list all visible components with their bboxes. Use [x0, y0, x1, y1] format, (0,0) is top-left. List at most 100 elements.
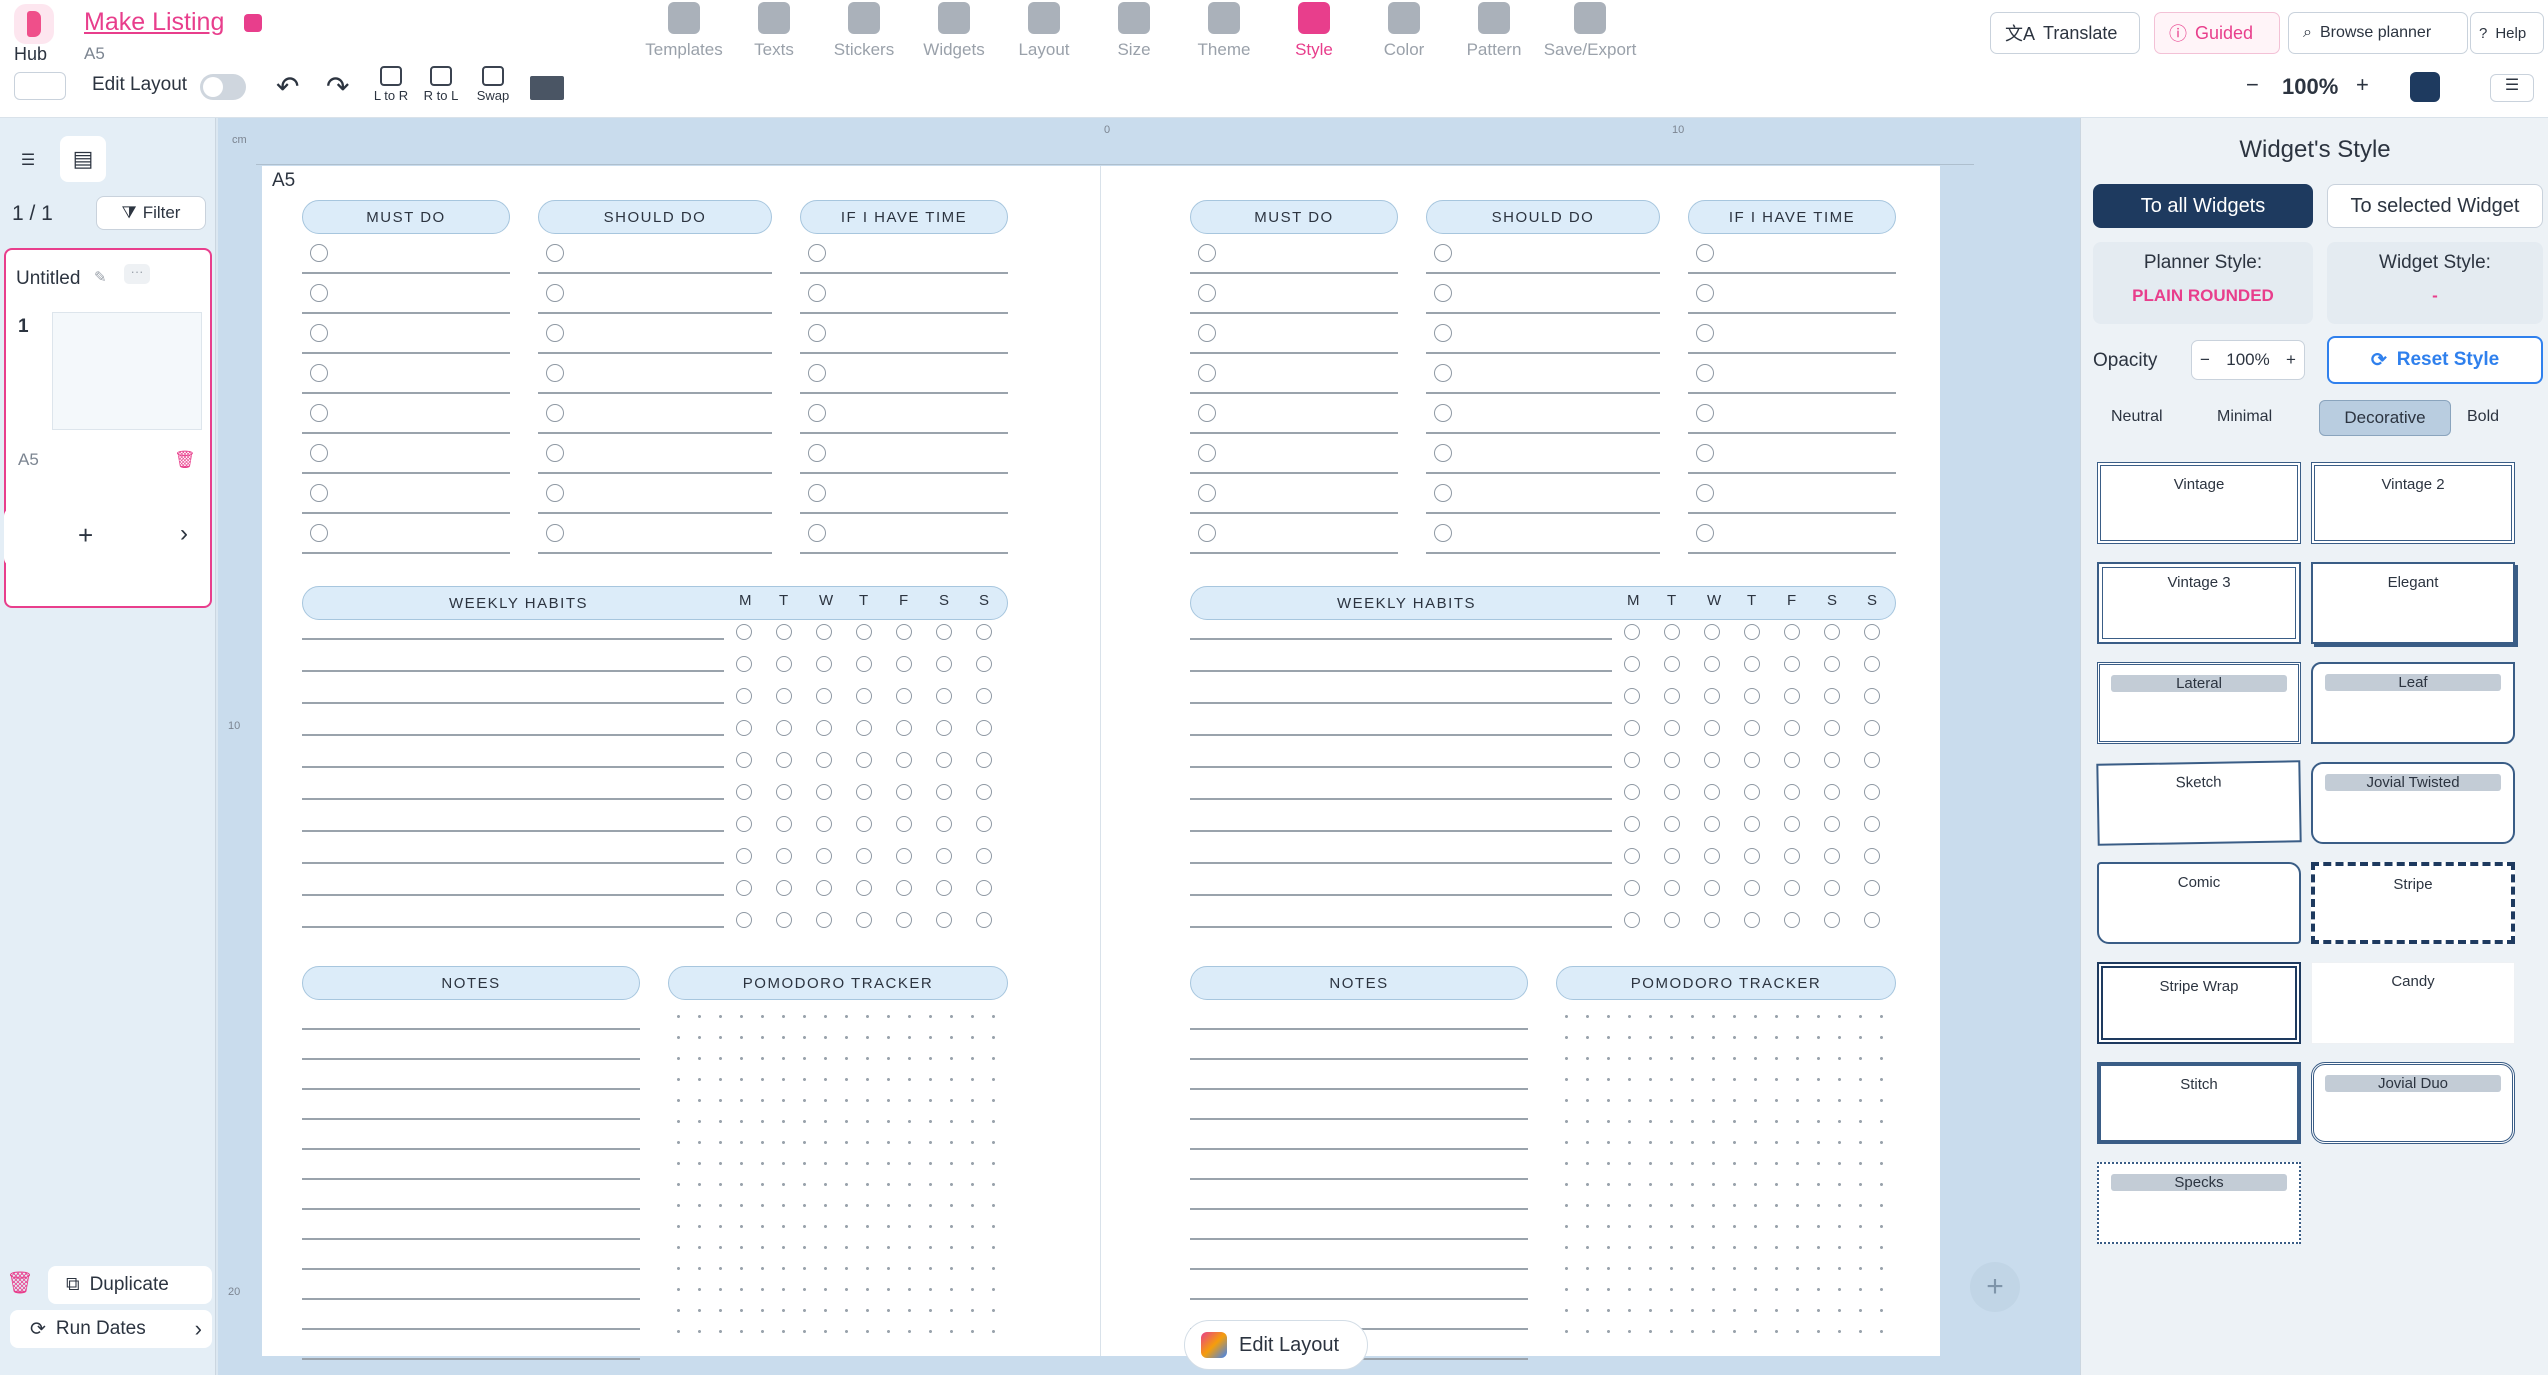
habit-checkbox[interactable]: [856, 624, 872, 640]
habit-checkbox[interactable]: [1744, 688, 1760, 704]
must-do-checkbox[interactable]: [310, 364, 328, 382]
if-i-have-time-header[interactable]: IF I HAVE TIME: [1688, 200, 1896, 234]
habit-checkbox[interactable]: [1824, 880, 1840, 896]
should-do-checkbox[interactable]: [1434, 524, 1452, 542]
habit-checkbox[interactable]: [1664, 688, 1680, 704]
notes-header[interactable]: NOTES: [302, 966, 640, 1000]
style-option-vintage-3[interactable]: Vintage 3: [2097, 562, 2301, 644]
habit-checkbox[interactable]: [1704, 816, 1720, 832]
pomodoro-dot-grid[interactable]: [1556, 1006, 1896, 1338]
habit-checkbox[interactable]: [856, 848, 872, 864]
if-i-have-time-checkbox[interactable]: [1696, 444, 1714, 462]
habit-checkbox[interactable]: [1704, 752, 1720, 768]
habit-checkbox[interactable]: [1744, 848, 1760, 864]
pomodoro-dot-grid[interactable]: [668, 1006, 1008, 1338]
habit-checkbox[interactable]: [776, 848, 792, 864]
habit-checkbox[interactable]: [776, 720, 792, 736]
habit-checkbox[interactable]: [1784, 624, 1800, 640]
habit-checkbox[interactable]: [736, 688, 752, 704]
habit-checkbox[interactable]: [976, 688, 992, 704]
trash-icon[interactable]: 🗑: [6, 1270, 34, 1296]
habit-checkbox[interactable]: [736, 784, 752, 800]
habit-checkbox[interactable]: [1664, 848, 1680, 864]
save-export-tool[interactable]: Save/Export: [1534, 0, 1646, 60]
help-button[interactable]: ? Help: [2470, 12, 2544, 54]
layout-tool[interactable]: Layout: [994, 0, 1094, 60]
habit-checkbox[interactable]: [736, 912, 752, 928]
rename-icon[interactable]: ✎: [94, 268, 107, 286]
habit-checkbox[interactable]: [1824, 624, 1840, 640]
redo-icon[interactable]: ↷: [326, 70, 349, 103]
habit-checkbox[interactable]: [1864, 752, 1880, 768]
to-all-widgets-button[interactable]: To all Widgets: [2093, 184, 2313, 228]
habit-checkbox[interactable]: [1664, 720, 1680, 736]
should-do-checkbox[interactable]: [546, 404, 564, 422]
habit-checkbox[interactable]: [1744, 720, 1760, 736]
habit-checkbox[interactable]: [1704, 624, 1720, 640]
habit-checkbox[interactable]: [816, 720, 832, 736]
habit-checkbox[interactable]: [1664, 656, 1680, 672]
habit-checkbox[interactable]: [1824, 720, 1840, 736]
must-do-header[interactable]: MUST DO: [1190, 200, 1398, 234]
habit-checkbox[interactable]: [1784, 784, 1800, 800]
must-do-checkbox[interactable]: [310, 404, 328, 422]
hub-logo-icon[interactable]: [14, 4, 54, 44]
habit-checkbox[interactable]: [1824, 688, 1840, 704]
filter-neutral[interactable]: Neutral: [2111, 408, 2163, 426]
if-i-have-time-checkbox[interactable]: [808, 284, 826, 302]
must-do-checkbox[interactable]: [310, 324, 328, 342]
two-page-view-icon[interactable]: [530, 76, 564, 100]
habit-checkbox[interactable]: [1784, 848, 1800, 864]
habit-checkbox[interactable]: [736, 720, 752, 736]
should-do-checkbox[interactable]: [546, 284, 564, 302]
should-do-checkbox[interactable]: [1434, 284, 1452, 302]
habit-checkbox[interactable]: [1744, 784, 1760, 800]
to-selected-widget-button[interactable]: To selected Widget: [2327, 184, 2543, 228]
habit-checkbox[interactable]: [1704, 720, 1720, 736]
opacity-increase[interactable]: +: [2286, 350, 2296, 370]
should-do-checkbox[interactable]: [546, 484, 564, 502]
pattern-tool[interactable]: Pattern: [1444, 0, 1544, 60]
if-i-have-time-checkbox[interactable]: [1696, 284, 1714, 302]
habit-checkbox[interactable]: [896, 720, 912, 736]
habit-checkbox[interactable]: [1784, 880, 1800, 896]
habit-checkbox[interactable]: [1744, 912, 1760, 928]
if-i-have-time-checkbox[interactable]: [1696, 484, 1714, 502]
habit-checkbox[interactable]: [1624, 816, 1640, 832]
habit-checkbox[interactable]: [1744, 624, 1760, 640]
habit-checkbox[interactable]: [776, 688, 792, 704]
habit-checkbox[interactable]: [896, 752, 912, 768]
notes-header[interactable]: NOTES: [1190, 966, 1528, 1000]
habit-checkbox[interactable]: [1744, 752, 1760, 768]
planner-page[interactable]: A5 MUST DO SHOULD DO IF I HAVE TIME WEEKLY …: [262, 166, 1940, 1360]
habit-checkbox[interactable]: [1624, 688, 1640, 704]
habit-checkbox[interactable]: [896, 880, 912, 896]
pomodoro-header[interactable]: POMODORO TRACKER: [668, 966, 1008, 1000]
habit-checkbox[interactable]: [936, 912, 952, 928]
filter-button[interactable]: ⧩ Filter: [96, 196, 206, 230]
habit-checkbox[interactable]: [976, 880, 992, 896]
must-do-checkbox[interactable]: [1198, 324, 1216, 342]
settings-sliders-icon[interactable]: ☰: [2490, 74, 2534, 102]
size-tool[interactable]: Size: [1084, 0, 1184, 60]
add-page-button[interactable]: +: [78, 520, 93, 551]
if-i-have-time-checkbox[interactable]: [808, 364, 826, 382]
habit-checkbox[interactable]: [1784, 720, 1800, 736]
habit-checkbox[interactable]: [856, 816, 872, 832]
habit-checkbox[interactable]: [816, 848, 832, 864]
if-i-have-time-header[interactable]: IF I HAVE TIME: [800, 200, 1008, 234]
habit-checkbox[interactable]: [1864, 784, 1880, 800]
if-i-have-time-checkbox[interactable]: [808, 524, 826, 542]
style-option-jovial-duo[interactable]: Jovial Duo: [2311, 1062, 2515, 1144]
style-option-lateral[interactable]: Lateral: [2097, 662, 2301, 744]
habit-checkbox[interactable]: [856, 880, 872, 896]
guided-button[interactable]: ⓘ Guided: [2154, 12, 2280, 54]
habit-checkbox[interactable]: [976, 816, 992, 832]
habit-checkbox[interactable]: [1624, 784, 1640, 800]
habit-checkbox[interactable]: [1664, 816, 1680, 832]
habit-checkbox[interactable]: [1664, 880, 1680, 896]
habit-checkbox[interactable]: [736, 880, 752, 896]
habit-checkbox[interactable]: [1624, 912, 1640, 928]
habit-checkbox[interactable]: [1664, 624, 1680, 640]
if-i-have-time-checkbox[interactable]: [1696, 524, 1714, 542]
